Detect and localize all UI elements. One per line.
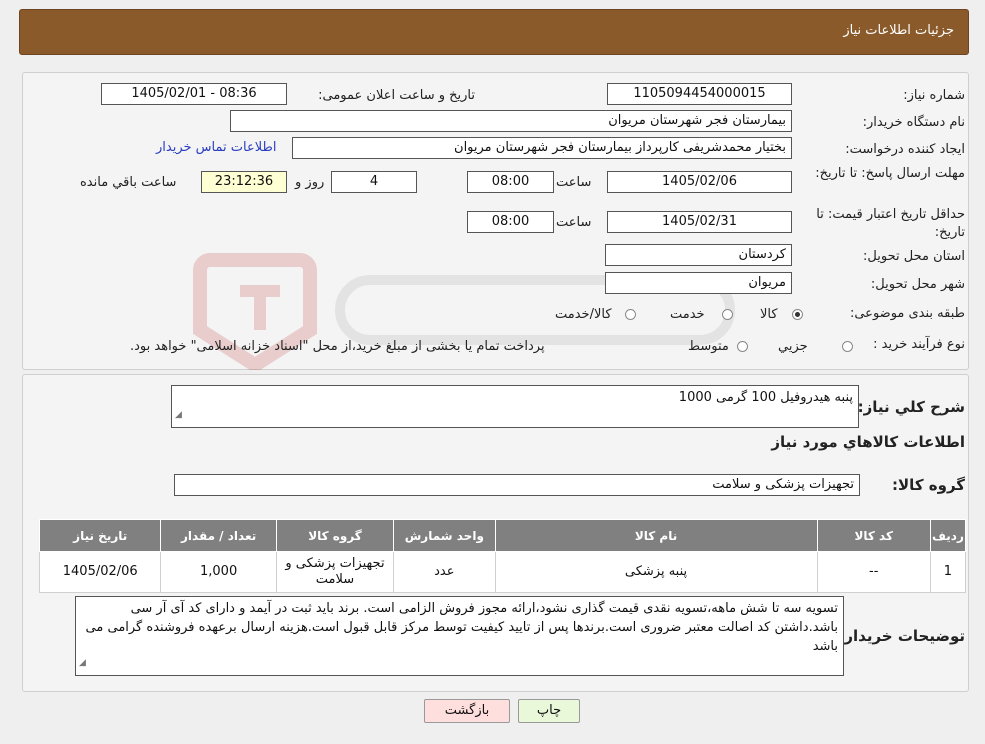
process-radio-minor[interactable] <box>842 341 853 352</box>
category-radio-goods[interactable] <box>792 309 803 320</box>
col-date: تاريخ نياز <box>38 519 162 552</box>
col-unit: واحد شمارش <box>393 519 496 552</box>
buyer-notes-field: تسویه سه تا شش ماهه،تسویه نقدی قیمت گذار… <box>75 596 844 676</box>
deadline-label: مهلت ارسال پاسخ: تا تاریخ: <box>815 166 965 181</box>
price-validity-label: حداقل تاریخ اعتبار قیمت: تا تاریخ: <box>816 207 965 240</box>
table-row: 1 -- پنبه پزشکی عدد تجهیزات پزشکی و سلام… <box>38 551 967 593</box>
cell-date: 1405/02/06 <box>38 551 162 593</box>
cell-unit: عدد <box>393 551 496 593</box>
cell-qty: 1,000 <box>160 551 277 593</box>
col-row: رديف <box>929 519 967 552</box>
category-option-service: خدمت <box>670 307 705 322</box>
price-validity-date-field: 1405/02/31 <box>607 211 792 233</box>
cell-code: -- <box>816 551 931 593</box>
treasury-note: پرداخت تمام یا بخشی از مبلغ خرید،از محل … <box>130 339 545 354</box>
price-validity-time-label: ساعت <box>556 215 592 230</box>
buyer-org-field: بیمارستان فجر شهرستان مریوان <box>230 110 792 132</box>
cell-name: پنبه پزشکی <box>494 551 818 593</box>
days-remaining-field: 4 <box>331 171 417 193</box>
need-number-label: شماره نیاز: <box>903 88 965 103</box>
buyer-notes-label: توضيحات خريدار: <box>838 627 965 645</box>
city-label: شهر محل تحویل: <box>870 277 965 292</box>
resize-grip-icon[interactable]: ◢ <box>175 406 182 425</box>
purchase-process-label: نوع فرآیند خرید : <box>873 337 965 352</box>
category-radio-service[interactable] <box>722 309 733 320</box>
days-label: روز و <box>295 175 325 190</box>
creator-field: بختیار محمدشریفی کارپرداز بیمارستان فجر … <box>292 137 792 159</box>
announce-datetime-field: 1405/02/01 - 08:36 <box>101 83 287 105</box>
category-option-goods-service: کالا/خدمت <box>555 307 612 322</box>
province-field: کردستان <box>605 244 792 266</box>
process-radio-medium[interactable] <box>737 341 748 352</box>
resize-grip-icon[interactable]: ◢ <box>79 654 86 673</box>
cell-group: تجهیزات پزشکی و سلامت <box>275 551 395 593</box>
page-title: جزئیات اطلاعات نیاز <box>843 23 954 38</box>
back-button[interactable]: بازگشت <box>424 699 510 723</box>
province-label: استان محل تحویل: <box>863 249 965 264</box>
category-label: طبقه بندی موضوعی: <box>849 306 965 321</box>
remaining-time-label: ساعت باقي مانده <box>80 175 177 190</box>
need-summary-field: پنبه هیدروفیل 100 گرمی 1000 ◢ <box>171 385 859 428</box>
goods-table-header: رديف کد کالا نام کالا واحد شمارش گروه کا… <box>38 519 967 552</box>
need-number-field: 1105094454000015 <box>607 83 792 105</box>
buyer-org-label: نام دستگاه خریدار: <box>862 115 965 130</box>
col-group: گروه کالا <box>275 519 395 552</box>
deadline-time-field: 08:00 <box>467 171 554 193</box>
print-button[interactable]: چاپ <box>518 699 580 723</box>
process-option-medium: متوسط <box>688 339 729 354</box>
deadline-time-label: ساعت <box>556 175 592 190</box>
category-option-goods: کالا <box>760 307 778 322</box>
goods-info-title: اطلاعات کالاهاي مورد نياز <box>771 433 965 451</box>
buyer-contact-link[interactable]: اطلاعات تماس خریدار <box>156 140 276 155</box>
page-header: جزئیات اطلاعات نیاز <box>19 9 969 55</box>
deadline-date-field: 1405/02/06 <box>607 171 792 193</box>
price-validity-time-field: 08:00 <box>467 211 554 233</box>
creator-label: ایجاد کننده درخواست: <box>845 142 965 157</box>
col-name: نام کالا <box>494 519 818 552</box>
col-code: کد کالا <box>816 519 931 552</box>
need-summary-text: پنبه هیدروفیل 100 گرمی 1000 <box>678 390 853 405</box>
goods-table: رديف کد کالا نام کالا واحد شمارش گروه کا… <box>38 519 967 593</box>
announce-datetime-label: تاریخ و ساعت اعلان عمومی: <box>318 88 475 103</box>
city-field: مریوان <box>605 272 792 294</box>
goods-group-label: گروه کالا: <box>892 476 965 494</box>
remaining-time-field: 23:12:36 <box>201 171 287 193</box>
buyer-notes-text: تسویه سه تا شش ماهه،تسویه نقدی قیمت گذار… <box>85 601 838 654</box>
need-summary-label: شرح کلي نياز: <box>857 398 965 416</box>
cell-row: 1 <box>929 551 967 593</box>
goods-group-field: تجهیزات پزشکی و سلامت <box>174 474 860 496</box>
col-qty: تعداد / مقدار <box>160 519 277 552</box>
category-radio-goods-service[interactable] <box>625 309 636 320</box>
process-option-minor: جزیي <box>778 339 808 354</box>
